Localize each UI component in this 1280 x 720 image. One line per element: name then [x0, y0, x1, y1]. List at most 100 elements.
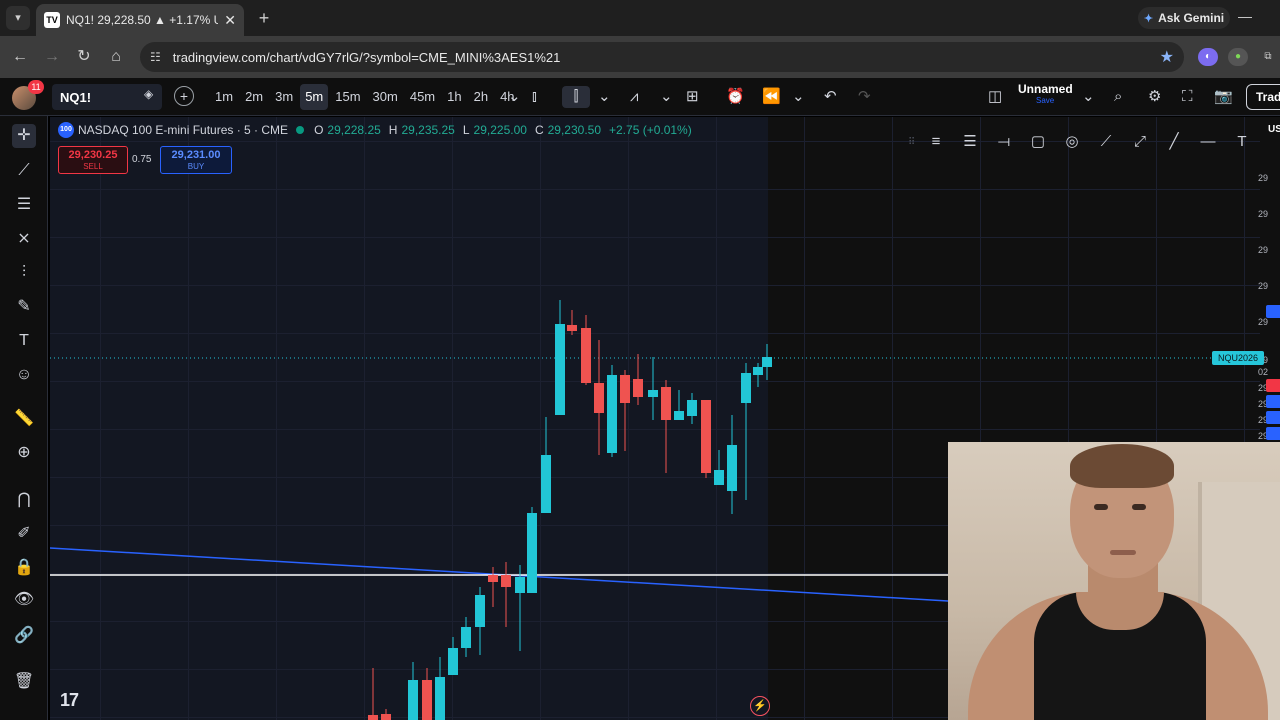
candle-body	[488, 575, 498, 582]
tradingview-logo[interactable]: 17	[60, 690, 79, 711]
close-tab-icon[interactable]: ✕	[224, 12, 236, 29]
close-label: C	[534, 123, 544, 137]
long-position-icon[interactable]: ≡	[922, 128, 950, 156]
crosshair-icon[interactable]: ✛	[12, 124, 36, 148]
add-symbol-button[interactable]: +	[174, 86, 194, 106]
layout-title: Unnamed	[1018, 82, 1073, 96]
favorite-drawings-bar: ⠿ ≡ ☰ ⟞ ▢ ◎ ⟋ ⤢ ╱ — T	[900, 125, 1260, 159]
tab-title: NQ1! 29,228.50 ▲ +1.17% Unnamed	[66, 13, 219, 27]
text-icon[interactable]: T	[1228, 128, 1256, 156]
fib-icon[interactable]: ☰	[12, 193, 36, 217]
rectangle-icon[interactable]: ▢	[1024, 128, 1052, 156]
indicators-icon[interactable]: ⩘	[630, 86, 638, 108]
compare-symbol-icon[interactable]: ◈	[144, 87, 153, 101]
candle-body	[661, 387, 671, 420]
extended-line-icon[interactable]: ⤢	[1126, 128, 1154, 156]
pattern-icon[interactable]: ⨯	[12, 227, 36, 251]
interval-5m[interactable]: 5m	[300, 84, 329, 110]
reload-icon[interactable]: ↻	[72, 45, 96, 69]
eye-icon[interactable]: 👁	[12, 588, 36, 612]
home-icon[interactable]: ⌂	[104, 45, 128, 69]
link-icon[interactable]: 🔗	[12, 624, 36, 648]
interval-1m[interactable]: 1m	[210, 84, 238, 110]
panel-toggle-icon[interactable]: ◫	[988, 86, 1002, 108]
chart-toolbar: 11 NQ1! ◈ + 1m 2m 3m 5m 15m 30m 45m 1h 2h 4h ⌄ ⫾ …	[0, 78, 1280, 116]
interval-dropdown-icon[interactable]: ⌄	[508, 86, 521, 108]
alert-icon[interactable]: ⏰	[726, 86, 745, 108]
buy-button[interactable]: 29,231.00 BUY	[160, 146, 232, 174]
replay-dropdown-icon[interactable]: ⌄	[792, 86, 805, 108]
instrument-title[interactable]: NASDAQ 100 E-mini Futures · 5 · CME	[78, 123, 288, 137]
site-info-icon[interactable]: ☷	[150, 50, 161, 64]
buy-label: BUY	[187, 162, 205, 171]
ruler-icon[interactable]: 📏	[12, 407, 36, 431]
currency-label[interactable]: US	[1268, 124, 1280, 135]
magnet-icon[interactable]: ⋂	[12, 488, 36, 512]
extensions-puzzle-icon[interactable]: ⧉	[1258, 48, 1278, 66]
zoom-icon[interactable]: ⊕	[12, 441, 36, 465]
drag-handle-icon[interactable]: ⠿	[908, 137, 916, 148]
interval-3m[interactable]: 3m	[270, 84, 298, 110]
forecast-icon[interactable]: ⫶	[12, 261, 36, 285]
replay-icon[interactable]: ⏪	[762, 86, 781, 108]
forward-icon[interactable]: →	[40, 45, 64, 69]
trash-icon[interactable]: 🗑	[12, 670, 36, 694]
chart-type-dropdown-icon[interactable]: ⌄	[598, 86, 611, 108]
bookmark-star-icon[interactable]: ★	[1160, 47, 1174, 67]
trend-line-icon[interactable]: ╱	[1160, 128, 1188, 156]
layout-name[interactable]: Unnamed Save	[1018, 82, 1073, 105]
text-icon[interactable]: T	[12, 329, 36, 353]
layout-grid-icon[interactable]: ⊞	[686, 86, 699, 108]
ray-icon[interactable]: ⟋	[1092, 128, 1120, 156]
trade-button[interactable]: Trad	[1246, 84, 1280, 110]
open-label: O	[314, 123, 324, 137]
interval-1h[interactable]: 1h	[442, 84, 466, 110]
ask-gemini-button[interactable]: ✦ Ask Gemini	[1138, 7, 1230, 29]
fullscreen-icon[interactable]: ⛶	[1182, 86, 1193, 108]
tradingview-favicon: TV	[44, 12, 60, 28]
change-value: +2.75 (+0.01%)	[609, 123, 692, 137]
interval-15m[interactable]: 15m	[330, 84, 365, 110]
interval-2m[interactable]: 2m	[240, 84, 268, 110]
price-tag	[1266, 305, 1280, 318]
sell-button[interactable]: 29,230.25 SELL	[58, 146, 128, 174]
lock-draw-icon[interactable]: ✐	[12, 522, 36, 546]
indicators-dropdown-icon[interactable]: ⌄	[660, 86, 673, 108]
settings-gear-icon[interactable]: ⚙	[1148, 86, 1161, 108]
interval-2h[interactable]: 2h	[469, 84, 493, 110]
candles-icon[interactable]: ⫿	[562, 86, 590, 108]
lock-icon[interactable]: 🔒	[12, 556, 36, 580]
extension-icon[interactable]: ◐	[1198, 48, 1218, 66]
trend-line-icon[interactable]: ⟋	[12, 159, 36, 183]
webcam-person-hair	[1070, 444, 1174, 488]
interval-30m[interactable]: 30m	[368, 84, 403, 110]
brush-icon[interactable]: ✎	[12, 295, 36, 319]
undo-icon[interactable]: ↶	[824, 86, 837, 108]
chart-legend: 100 NASDAQ 100 E-mini Futures · 5 · CME …	[58, 122, 692, 138]
new-tab-button[interactable]: +	[252, 6, 276, 30]
candle-body	[687, 400, 697, 416]
candle-body	[607, 375, 617, 453]
bar-style-icon[interactable]: ⫾	[532, 86, 537, 108]
interval-45m[interactable]: 45m	[405, 84, 440, 110]
layout-dropdown-icon[interactable]: ⌄	[1082, 86, 1095, 108]
circle-target-icon[interactable]: ◎	[1058, 128, 1086, 156]
extension-icon[interactable]: ●	[1228, 48, 1248, 66]
horizontal-line-icon[interactable]: —	[1194, 128, 1222, 156]
quick-search-icon[interactable]: ⌕	[1114, 86, 1122, 108]
horizontal-ray-icon[interactable]: ⟞	[990, 128, 1018, 156]
minimize-window-icon[interactable]: —	[1238, 8, 1252, 24]
lightning-icon[interactable]: ⚡	[750, 696, 770, 716]
emoji-icon[interactable]: ☺	[12, 363, 36, 387]
browser-tab[interactable]: TV NQ1! 29,228.50 ▲ +1.17% Unnamed ✕	[36, 4, 244, 36]
short-position-icon[interactable]: ☰	[956, 128, 984, 156]
camera-snapshot-icon[interactable]: 📷	[1214, 86, 1233, 108]
price-tick: 29	[1258, 317, 1269, 327]
back-icon[interactable]: ←	[8, 45, 32, 69]
candle-body	[368, 715, 378, 720]
price-tag	[1266, 379, 1280, 392]
tab-search-icon[interactable]: ▾	[6, 6, 30, 30]
redo-icon[interactable]: ↷	[858, 86, 871, 108]
candle-body	[448, 648, 458, 675]
url-bar[interactable]: ☷ tradingview.com/chart/vdGY7rlG/?symbol…	[140, 42, 1184, 72]
